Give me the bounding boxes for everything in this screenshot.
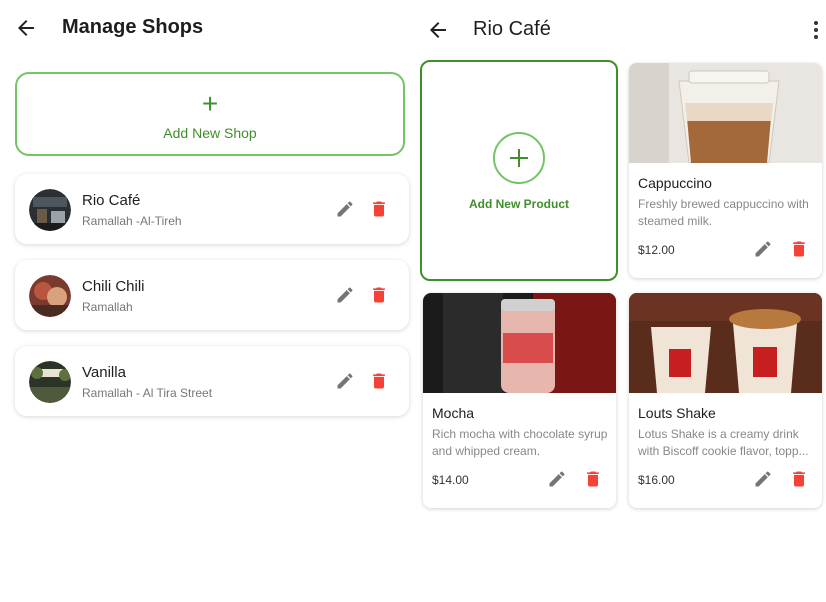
product-card[interactable]: Cappuccino Freshly brewed cappuccino wit…	[629, 63, 822, 278]
plus-icon: +	[201, 88, 219, 119]
page-title: Rio Café	[473, 18, 551, 40]
back-arrow-icon[interactable]	[14, 16, 38, 40]
delete-trash-icon[interactable]	[369, 285, 389, 305]
shop-name: Rio Café	[82, 192, 141, 209]
shop-name: Vanilla	[82, 364, 126, 381]
shop-location: Ramallah -Al-Tireh	[82, 214, 182, 228]
shop-card[interactable]: Chili Chili Ramallah	[15, 260, 409, 330]
delete-trash-icon[interactable]	[789, 469, 809, 489]
add-new-shop-label: Add New Shop	[163, 125, 257, 141]
shop-card[interactable]: Rio Café Ramallah -Al-Tireh	[15, 174, 409, 244]
product-card[interactable]: Louts Shake Lotus Shake is a creamy drin…	[629, 293, 822, 508]
shop-location: Ramallah	[82, 300, 133, 314]
add-new-product-label: Add New Product	[468, 197, 569, 211]
app-bar: Rio Café	[418, 0, 826, 56]
shop-card[interactable]: Vanilla Ramallah - Al Tira Street	[15, 346, 409, 416]
delete-trash-icon[interactable]	[369, 199, 389, 219]
delete-trash-icon[interactable]	[789, 239, 809, 259]
product-name: Cappuccino	[638, 175, 712, 191]
edit-pencil-icon[interactable]	[753, 469, 773, 489]
product-price: $16.00	[638, 473, 675, 487]
product-description: Freshly brewed cappuccino with steamed m…	[638, 197, 809, 228]
page-title: Manage Shops	[62, 16, 204, 38]
edit-pencil-icon[interactable]	[547, 469, 567, 489]
shop-avatar	[29, 361, 71, 403]
back-arrow-icon[interactable]	[426, 18, 450, 42]
product-card[interactable]: Mocha Rich mocha with chocolate syrup an…	[423, 293, 616, 508]
edit-pencil-icon[interactable]	[753, 239, 773, 259]
product-image	[629, 293, 822, 393]
delete-trash-icon[interactable]	[369, 371, 389, 391]
product-name: Louts Shake	[638, 405, 716, 421]
product-image	[423, 293, 616, 393]
manage-shops-screen: Manage Shops + Add New Shop Rio Café Ram…	[0, 0, 418, 602]
product-price: $14.00	[432, 473, 469, 487]
product-description: Lotus Shake is a creamy drink with Bisco…	[638, 427, 809, 458]
product-description: Rich mocha with chocolate syrup and whip…	[432, 427, 608, 458]
shop-location: Ramallah - Al Tira Street	[82, 386, 213, 400]
product-image	[629, 63, 822, 163]
shop-avatar	[29, 189, 71, 231]
edit-pencil-icon[interactable]	[335, 199, 355, 219]
product-name: Mocha	[432, 405, 475, 421]
app-bar: Manage Shops	[0, 0, 418, 56]
delete-trash-icon[interactable]	[583, 469, 603, 489]
add-new-shop-button[interactable]: + Add New Shop	[15, 72, 405, 156]
edit-pencil-icon[interactable]	[335, 285, 355, 305]
circle-plus-icon	[493, 132, 545, 184]
product-price: $12.00	[638, 243, 675, 257]
shop-avatar	[29, 275, 71, 317]
add-new-product-button[interactable]: Add New Product	[420, 60, 618, 281]
edit-pencil-icon[interactable]	[335, 371, 355, 391]
more-vert-icon[interactable]	[810, 18, 822, 42]
shop-detail-screen: Rio Café Add New Product Cappuccino Fres…	[418, 0, 826, 602]
shop-name: Chili Chili	[82, 278, 145, 295]
